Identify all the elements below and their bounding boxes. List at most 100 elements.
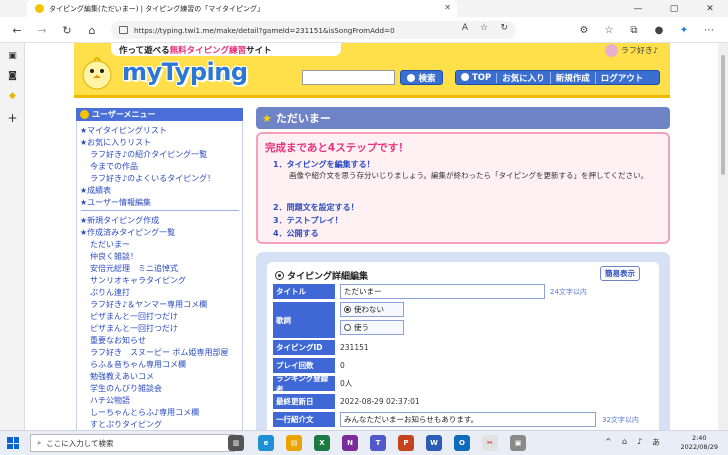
menu-item-results[interactable]: ★成績表 xyxy=(80,185,111,196)
menu-item-favorites-list[interactable]: ★お気に入りリスト xyxy=(80,137,151,148)
edge-icon[interactable]: e xyxy=(258,435,274,451)
lyrics-option-off[interactable]: 使わない xyxy=(340,302,404,317)
outlook-icon[interactable]: O xyxy=(454,435,470,451)
page-scrollbar[interactable] xyxy=(718,43,728,430)
list-item[interactable]: サンリオキャラタイピング xyxy=(90,275,186,286)
network-icon[interactable]: ⌂ xyxy=(622,437,627,446)
list-item[interactable]: ピザまんと一回打つだけ xyxy=(90,311,178,322)
volume-icon[interactable]: ♪ xyxy=(637,437,642,446)
list-item[interactable]: 安倍元総理 ミニ追悼式 xyxy=(90,263,178,274)
step-4[interactable]: 4．公開する xyxy=(273,228,319,239)
list-item[interactable]: 重要なお知らせ xyxy=(90,335,146,346)
browser-toolbar: ← → ↻ ⌂ https://typing.twi1.me/make/deta… xyxy=(0,17,728,43)
web-page: 作って遊べる 無料タイピング練習 サイト myTyping ラフ好き♪ 検索 T… xyxy=(25,43,718,430)
new-tab-icon[interactable]: + xyxy=(6,111,19,125)
teams-icon[interactable]: T xyxy=(370,435,386,451)
list-item[interactable]: すとぷりタイピング xyxy=(90,419,162,430)
read-aloud-icon[interactable]: A xyxy=(462,23,468,33)
scrollbar-thumb[interactable] xyxy=(721,55,725,175)
windows-start-icon[interactable] xyxy=(7,437,19,449)
vertical-tab-bar: ▣ ◙ ◆ + xyxy=(0,43,25,430)
minimize-icon[interactable]: — xyxy=(620,0,656,17)
list-item[interactable]: ラフ好き♪＆ヤンマー専用コメ欄 xyxy=(90,299,207,310)
nav-favorites[interactable]: お気に入り xyxy=(497,71,551,84)
title-input[interactable]: ただいまー xyxy=(340,284,545,299)
onenote-icon[interactable]: N xyxy=(342,435,358,451)
list-item[interactable]: しーちゃんとらふ♪専用コメ欄 xyxy=(90,407,199,418)
step-3[interactable]: 3．テストプレイ！ xyxy=(273,215,343,226)
nav-top-label: TOP xyxy=(472,72,492,83)
nav-logout[interactable]: ログアウト xyxy=(596,72,649,84)
top-icon xyxy=(461,72,469,81)
site-logo[interactable]: myTyping xyxy=(122,58,248,86)
lyrics-option-on[interactable]: 使う xyxy=(340,320,404,335)
show-hidden-icons-icon[interactable]: ^ xyxy=(605,437,612,446)
list-item[interactable]: 学生のんびり雑談会 xyxy=(90,383,162,394)
list-item[interactable]: ハチ公物語 xyxy=(90,395,130,406)
taskbar-search[interactable]: ⌕ ここに入力して検索 xyxy=(30,434,235,452)
extensions-icon[interactable]: ⚙ xyxy=(575,21,593,39)
list-item[interactable]: ただいまー xyxy=(90,239,130,250)
taskbar: ⌕ ここに入力して検索 ▥ e ▤ X N T P W O ✂ ▣ ^ ⌂ ♪ … xyxy=(0,430,728,455)
powerpoint-icon[interactable]: P xyxy=(398,435,414,451)
list-item[interactable]: ぷりん連打 xyxy=(90,287,130,298)
browser-tab[interactable]: タイピング編集(ただいまー) | タイピング練習の「マイタイピング」 ✕ xyxy=(27,0,457,17)
step-2[interactable]: 2．問題文を設定する！ xyxy=(273,202,359,213)
task-view-icon[interactable]: ▥ xyxy=(228,435,244,451)
edit-title: タイピング詳細編集 xyxy=(275,269,368,282)
ime-indicator[interactable]: あ xyxy=(652,437,660,448)
intro-input[interactable]: みんなただいまーお知らせもあります。 xyxy=(340,412,596,427)
menu-item-intro-typing[interactable]: ラフ好き♪の紹介タイピング一覧 xyxy=(90,149,207,160)
close-tab-icon[interactable]: ✕ xyxy=(444,3,451,12)
file-explorer-icon[interactable]: ▤ xyxy=(286,435,302,451)
section-bullet-icon xyxy=(275,271,284,280)
search-input[interactable] xyxy=(302,70,395,85)
step-1[interactable]: 1．タイピングを編集する！ xyxy=(273,159,375,170)
list-item[interactable]: 仲良く雑談！ xyxy=(90,251,138,262)
excel-icon[interactable]: X xyxy=(314,435,330,451)
close-window-icon[interactable]: ✕ xyxy=(692,0,728,17)
simple-view-button[interactable]: 簡易表示 xyxy=(600,266,640,281)
shopping-icon[interactable]: ✦ xyxy=(675,21,693,39)
user-name: ラフ好き♪ xyxy=(620,45,658,55)
menu-item-past-works[interactable]: 今までの作品 xyxy=(90,161,138,172)
search-icon xyxy=(407,73,416,82)
refresh-icon[interactable]: ↻ xyxy=(500,23,508,33)
add-favorite-icon[interactable]: ☆ xyxy=(480,23,488,33)
ranking-label: ランキング登録者 xyxy=(273,374,335,394)
workspace-icon[interactable]: ◙ xyxy=(6,69,19,82)
menu-item-edit-user[interactable]: ★ユーザー情報編集 xyxy=(80,197,151,208)
word-icon[interactable]: W xyxy=(426,435,442,451)
menu-item-new-typing[interactable]: ★新規タイピング作成 xyxy=(80,215,159,226)
forward-icon[interactable]: → xyxy=(33,21,51,39)
favorites-icon[interactable]: ☆ xyxy=(600,21,618,39)
collections-icon[interactable]: ⧉ xyxy=(625,21,643,39)
tab-actions-icon[interactable]: ▣ xyxy=(6,49,19,62)
more-icon[interactable]: ⋯ xyxy=(700,21,718,39)
menu-item-created-list[interactable]: ★作成済みタイピング一覧 xyxy=(80,227,175,238)
list-item[interactable]: 勉強教えあいコメ xyxy=(90,371,154,382)
snipping-tool-icon[interactable]: ✂ xyxy=(482,435,498,451)
tab-favicon-icon[interactable]: ◆ xyxy=(6,89,19,102)
user-chip[interactable]: ラフ好き♪ xyxy=(604,43,658,57)
nav-top[interactable]: TOP xyxy=(456,72,498,83)
refresh-icon[interactable]: ↻ xyxy=(58,21,76,39)
search-button[interactable]: 検索 xyxy=(400,70,443,85)
app-icon[interactable]: ▣ xyxy=(510,435,526,451)
avatar xyxy=(604,43,618,57)
menu-item-frequent-typing[interactable]: ラフ好き♪のよくいるタイピング！ xyxy=(90,173,215,184)
list-item[interactable]: らふ＆音ちゃん専用コメ欄 xyxy=(90,359,186,370)
list-item[interactable]: ラフ好き スヌーピー ボム姫専用部屋 xyxy=(90,347,229,358)
list-item[interactable]: ピザまんと一回打つだけ xyxy=(90,323,178,334)
nav-new[interactable]: 新規作成 xyxy=(551,71,596,84)
lock-icon xyxy=(119,26,128,34)
clock[interactable]: 2:40 2022/08/29 xyxy=(681,434,718,452)
maximize-icon[interactable]: ▢ xyxy=(656,0,692,17)
profile-icon[interactable]: ● xyxy=(650,21,668,39)
home-icon[interactable]: ⌂ xyxy=(83,21,101,39)
user-menu: ★マイタイピングリスト ★お気に入りリスト ラフ好き♪の紹介タイピング一覧 今ま… xyxy=(76,122,243,430)
menu-item-my-typing-list[interactable]: ★マイタイピングリスト xyxy=(80,125,167,136)
address-bar[interactable]: https://typing.twi1.me/make/detail?gameI… xyxy=(111,21,516,39)
back-icon[interactable]: ← xyxy=(8,21,26,39)
clock-time: 2:40 xyxy=(691,434,707,442)
